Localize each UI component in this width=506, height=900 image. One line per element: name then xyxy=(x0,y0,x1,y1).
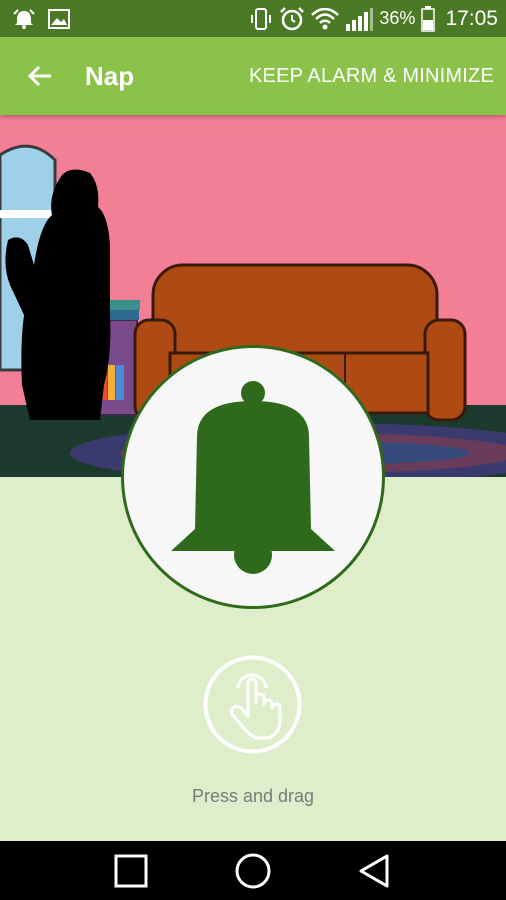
system-status: 36% 17:05 xyxy=(249,5,498,32)
wifi-icon xyxy=(311,7,340,29)
clock: 17:05 xyxy=(445,6,498,30)
back-icon xyxy=(359,854,389,887)
signal-icon xyxy=(346,7,374,31)
keep-alarm-minimize-button[interactable]: KEEP ALARM & MINIMIZE xyxy=(249,65,494,88)
bell-icon xyxy=(171,381,335,574)
battery-icon xyxy=(421,5,436,32)
notification-icons xyxy=(12,8,70,30)
recent-apps-icon xyxy=(114,854,148,887)
nap-alarm-screen: 36% 17:05 Nap KEEP ALARM & MINIMIZE Pres… xyxy=(0,0,506,900)
alarm-bell-button[interactable] xyxy=(121,345,385,609)
app-bar: Nap KEEP ALARM & MINIMIZE xyxy=(0,37,506,115)
alarm-notification-icon xyxy=(13,8,35,29)
touch-hand-icon xyxy=(203,655,302,754)
home-icon xyxy=(235,853,271,888)
status-bar: 36% 17:05 xyxy=(0,0,506,37)
arrow-back-icon xyxy=(27,65,51,87)
page-title: Nap xyxy=(85,60,135,91)
back-button[interactable] xyxy=(24,60,56,92)
home-button[interactable] xyxy=(228,846,278,896)
battery-percent: 36% xyxy=(379,8,416,28)
press-and-drag-hint: Press and drag xyxy=(191,786,315,806)
navigation-bar xyxy=(0,841,506,900)
alarm-clock-icon xyxy=(280,6,305,30)
press-drag-hint-icon xyxy=(202,654,303,755)
recent-apps-button[interactable] xyxy=(106,846,156,896)
vibrate-icon xyxy=(251,7,272,30)
image-icon xyxy=(48,8,70,29)
system-back-button[interactable] xyxy=(350,846,400,896)
